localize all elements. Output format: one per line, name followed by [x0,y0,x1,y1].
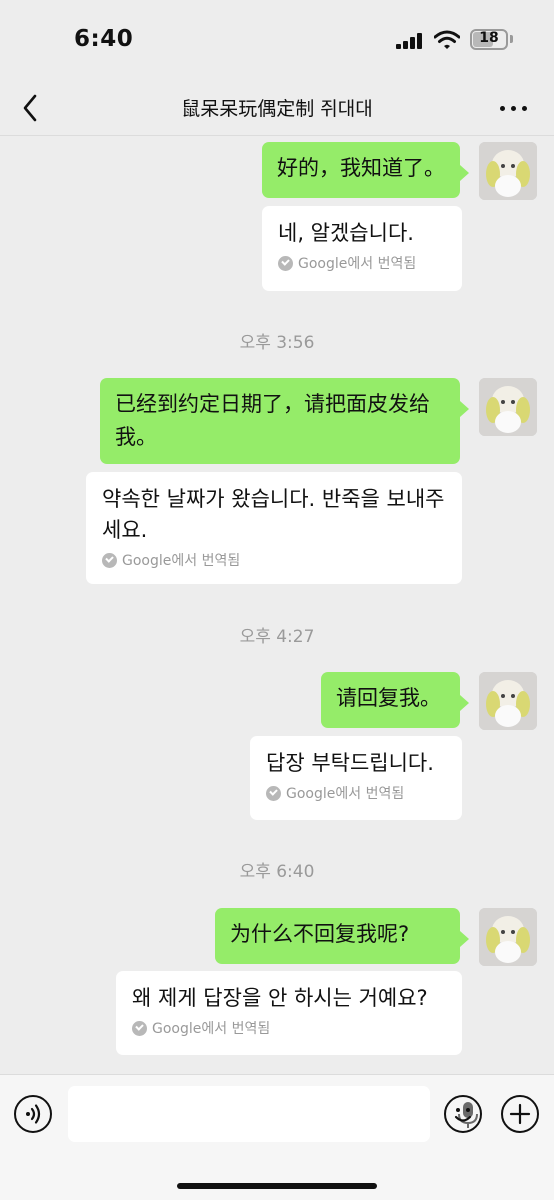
cellular-signal-icon [396,33,422,49]
battery-icon: 18 [470,29,508,50]
message-text: 已经到约定日期了，请把面皮发给我。 [115,392,430,449]
avatar[interactable] [479,142,537,200]
battery-tip [510,35,513,43]
message-bubble[interactable]: 为什么不回复我呢? [215,908,460,964]
chat-header: 鼠呆呆玩偶定制 쥐대대 [0,80,554,136]
translation-source-label: Google에서 번역됨 [286,786,405,802]
message-text: 为什么不回复我呢? [230,922,410,946]
voice-input-icon[interactable] [14,1095,52,1133]
more-dots-icon[interactable] [496,94,532,122]
check-circle-icon [132,1020,147,1036]
emoji-icon[interactable] [444,1095,482,1133]
message-input[interactable] [68,1086,478,1142]
timestamp: 오후 3:56 [239,333,315,353]
message-text: 好的，我知道了。 [277,156,445,180]
translation-badge: Google에서 번역됨 [132,1018,446,1038]
translation-text: 약속한 날짜가 왔습니다. 반죽을 보내주세요. [102,487,445,542]
status-time: 6:40 [74,26,134,52]
message-bubble[interactable]: 已经到约定日期了，请把面皮发给我。 [100,378,460,464]
message-list[interactable]: 好的，我知道了。 네, 알겠습니다. Google에서 번역됨 오후 3:56 … [0,137,554,1074]
avatar[interactable] [479,908,537,966]
message-text: 请回复我。 [336,686,441,710]
input-bar [0,1074,554,1200]
bubble-tail [460,695,469,711]
battery-level: 18 [479,30,499,46]
timestamp: 오후 6:40 [239,862,315,882]
home-indicator[interactable] [177,1183,377,1189]
check-circle-icon [278,255,293,271]
translation-bubble[interactable]: 네, 알겠습니다. Google에서 번역됨 [262,206,462,291]
bubble-tail [460,401,469,417]
translation-badge: Google에서 번역됨 [278,253,446,273]
translation-bubble[interactable]: 답장 부탁드립니다. Google에서 번역됨 [250,736,462,820]
translation-bubble[interactable]: 약속한 날짜가 왔습니다. 반죽을 보내주세요. Google에서 번역됨 [86,472,462,584]
message-bubble[interactable]: 请回复我。 [321,672,460,728]
translation-badge: Google에서 번역됨 [266,783,446,803]
plus-icon[interactable] [501,1095,539,1133]
message-bubble[interactable]: 好的，我知道了。 [262,142,460,198]
translation-text: 네, 알겠습니다. [278,221,414,245]
bubble-tail [460,165,469,181]
check-circle-icon [266,785,281,801]
wifi-icon [434,30,460,49]
translation-source-label: Google에서 번역됨 [152,1021,271,1037]
translation-source-label: Google에서 번역됨 [298,256,417,272]
chevron-left-icon[interactable] [16,90,48,126]
check-circle-icon [102,552,117,568]
avatar[interactable] [479,672,537,730]
avatar[interactable] [479,378,537,436]
translation-source-label: Google에서 번역됨 [122,553,241,569]
translation-badge: Google에서 번역됨 [102,550,446,570]
translation-text: 답장 부탁드립니다. [266,751,434,775]
translation-text: 왜 제게 답장을 안 하시는 거예요? [132,986,428,1010]
status-bar: 6:40 18 [0,0,554,80]
timestamp: 오후 4:27 [239,627,315,647]
translation-bubble[interactable]: 왜 제게 답장을 안 하시는 거예요? Google에서 번역됨 [116,971,462,1055]
chat-title: 鼠呆呆玩偶定制 쥐대대 [181,98,373,120]
bubble-tail [460,931,469,947]
